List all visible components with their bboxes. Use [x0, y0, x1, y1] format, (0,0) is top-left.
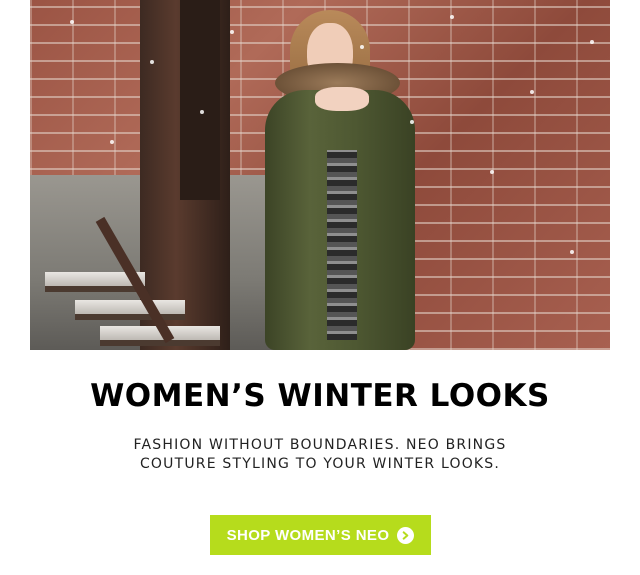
snowflake	[110, 140, 114, 144]
subcopy: FASHION WITHOUT BOUNDARIES. NEO BRINGS C…	[0, 436, 640, 474]
hands	[315, 87, 369, 111]
hero-image[interactable]	[30, 0, 610, 350]
snowflake	[230, 30, 234, 34]
snowflake	[570, 250, 574, 254]
headline: WOMEN’S WINTER LOOKS	[90, 378, 550, 414]
snowflake	[360, 45, 364, 49]
snowflake	[200, 110, 204, 114]
snowflake	[410, 120, 414, 124]
snowflake	[150, 60, 154, 64]
snowflake	[590, 40, 594, 44]
subcopy-line-1: FASHION WITHOUT BOUNDARIES. NEO BRINGS	[133, 437, 507, 453]
snowflake	[450, 15, 454, 19]
doorway	[180, 0, 220, 200]
snowflake	[70, 20, 74, 24]
subcopy-line-2: COUTURE STYLING TO YOUR WINTER LOOKS.	[139, 456, 501, 472]
patterned-sweater	[327, 150, 357, 340]
chevron-right-circle-icon	[397, 526, 415, 544]
shop-womens-neo-button[interactable]: SHOP WOMEN’S NEO	[210, 515, 431, 555]
model-figure	[245, 5, 445, 350]
cta-label: SHOP WOMEN’S NEO	[226, 526, 390, 544]
stair-step	[75, 300, 185, 314]
snowflake	[490, 170, 494, 174]
snowflake	[530, 90, 534, 94]
